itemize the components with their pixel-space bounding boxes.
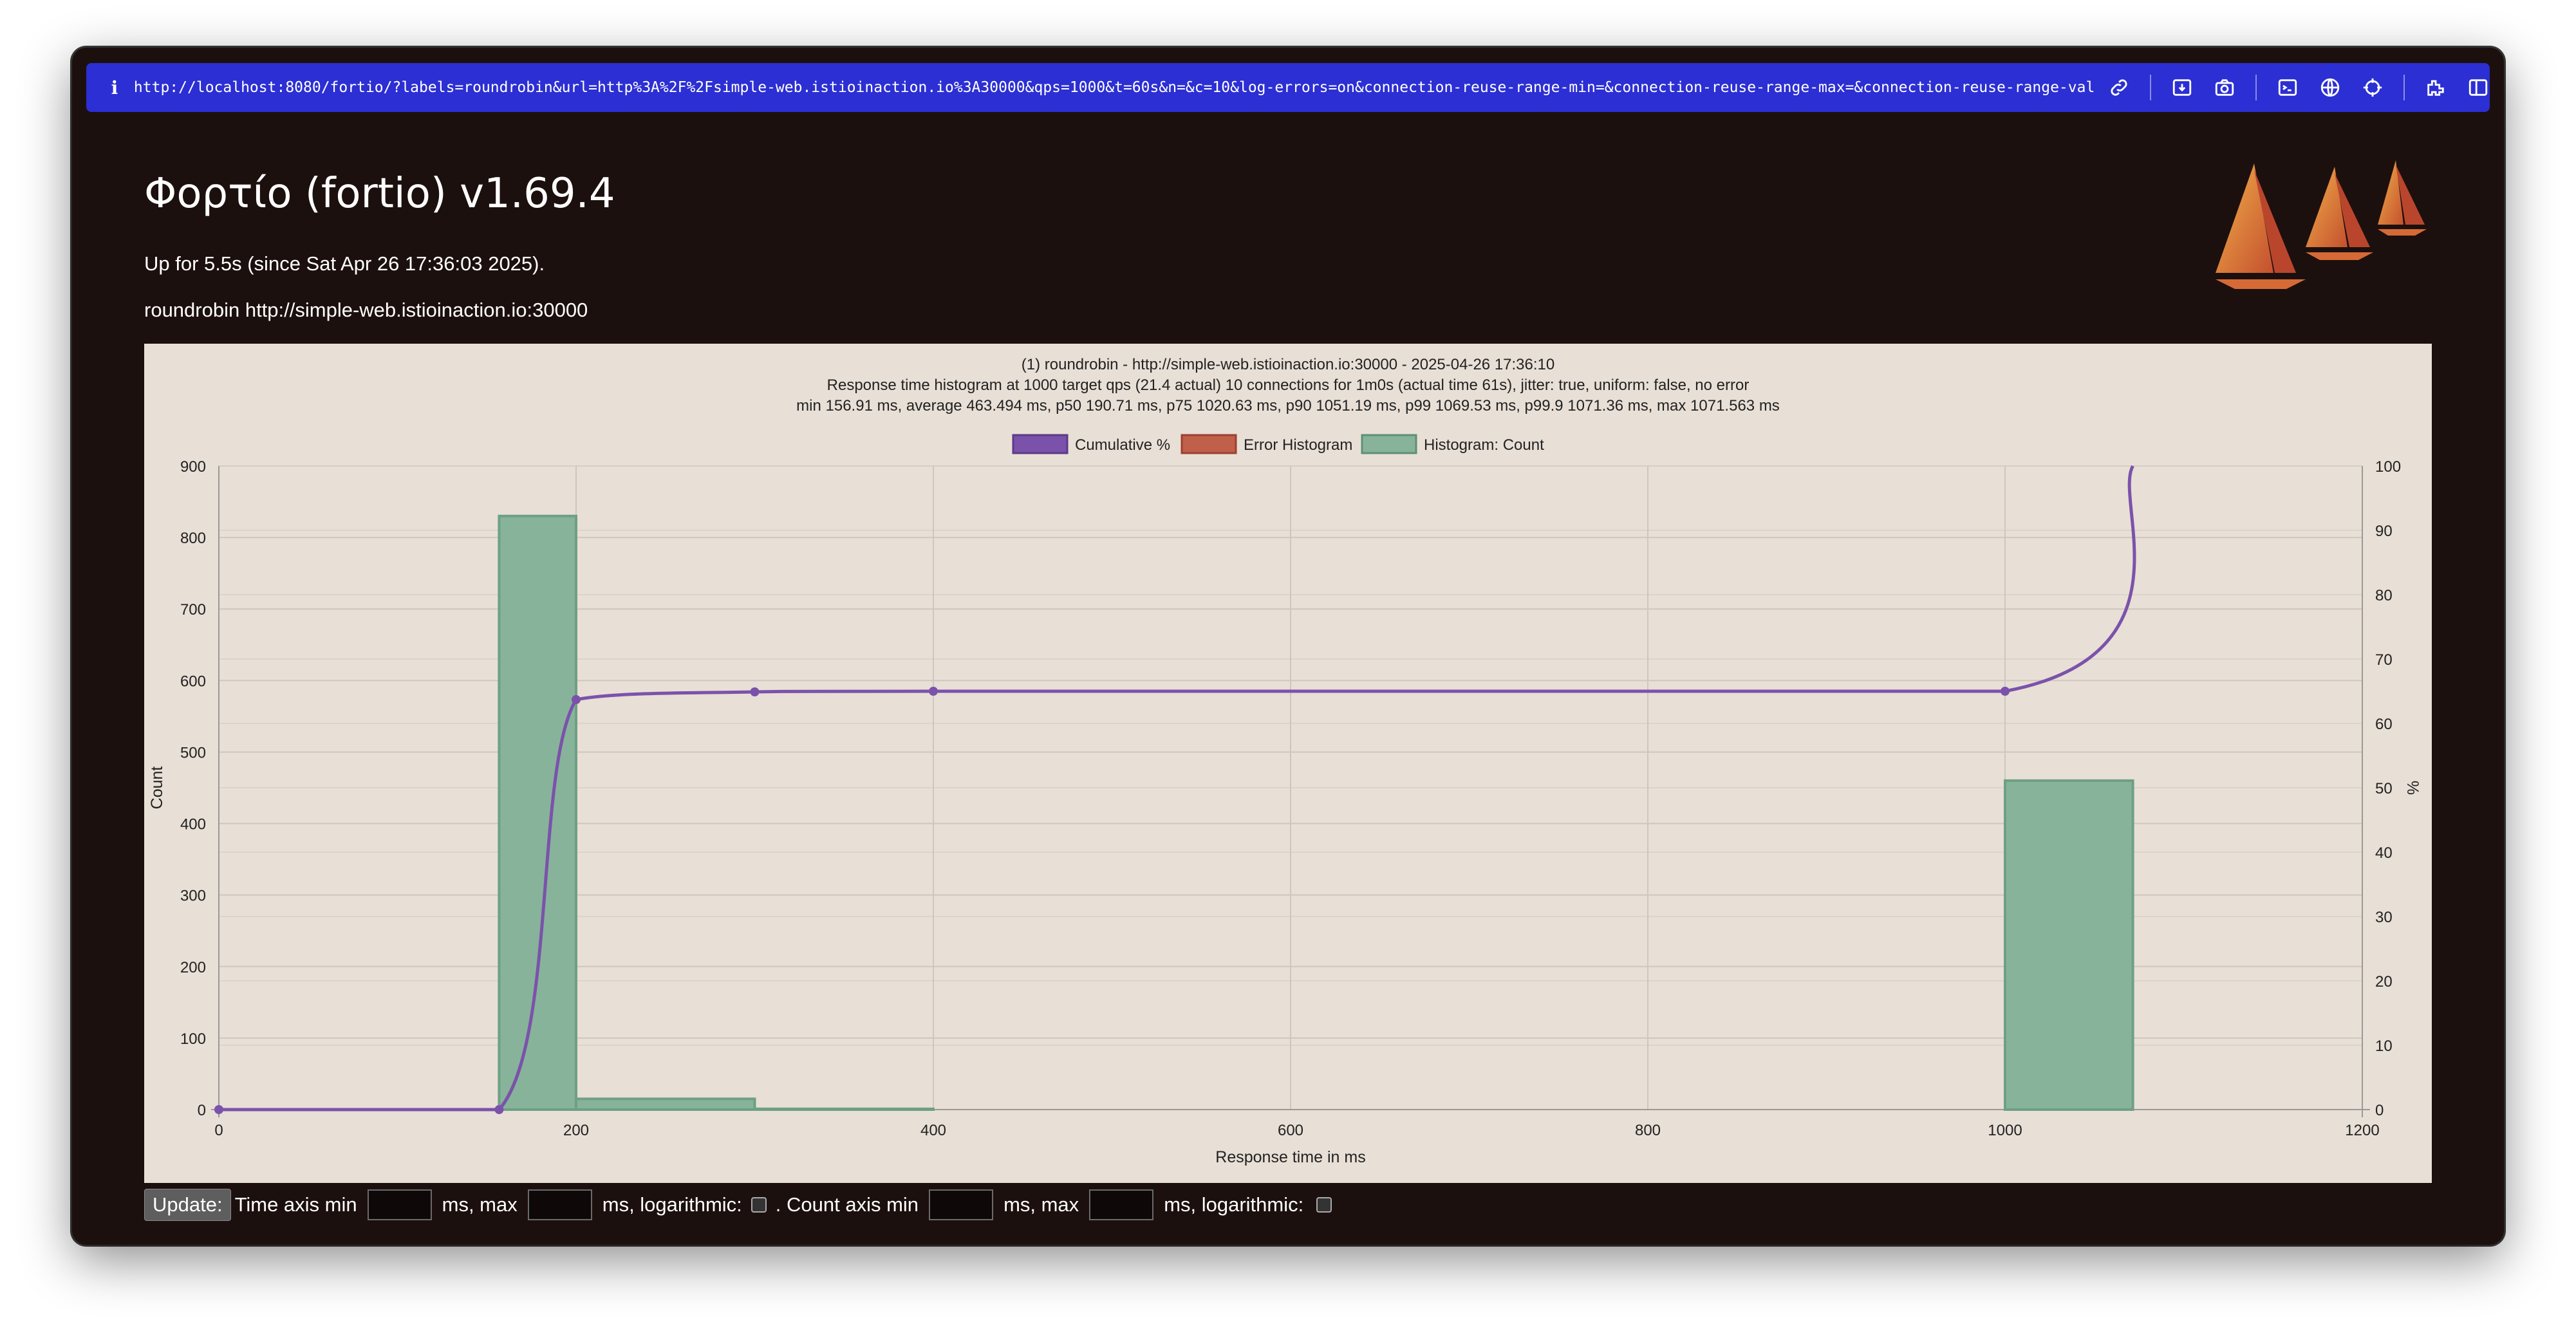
cumulative-point xyxy=(2001,687,2010,696)
x-axis-label: Response time in ms xyxy=(1215,1148,1365,1166)
x-tick-label: 1000 xyxy=(1988,1122,2022,1139)
y2-axis-label: % xyxy=(2403,781,2422,795)
time-log-checkbox[interactable] xyxy=(751,1197,767,1213)
y2-tick-label: 20 xyxy=(2375,973,2393,991)
time-log-label: ms, logarithmic: xyxy=(602,1193,742,1216)
count-log-checkbox[interactable] xyxy=(1316,1197,1332,1213)
count-axis-max-label: ms, max xyxy=(1003,1193,1079,1216)
histogram-bar xyxy=(575,1097,756,1112)
fortio-sailboats-logo xyxy=(2216,160,2427,289)
chart-svg: 0100200300400500600700800900010203040506… xyxy=(148,356,2422,1166)
legend-swatch xyxy=(1181,434,1237,454)
uptime-text: Up for 5.5s (since Sat Apr 26 17:36:03 2… xyxy=(144,252,545,275)
address-bar[interactable]: i http://localhost:8080/fortio/?labels=r… xyxy=(86,63,2490,112)
y-tick-label: 300 xyxy=(180,888,206,905)
sidebar-icon[interactable] xyxy=(2467,76,2490,99)
legend-label: Histogram: Count xyxy=(1424,436,1544,454)
count-axis-min-label: . Count axis min xyxy=(775,1193,919,1216)
x-tick-label: 1200 xyxy=(2345,1122,2379,1139)
y2-tick-label: 60 xyxy=(2375,716,2393,733)
x-tick-label: 200 xyxy=(563,1122,589,1139)
y-tick-label: 600 xyxy=(180,673,206,690)
chart-controls: Update: Time axis min ms, max ms, logari… xyxy=(144,1188,1337,1222)
legend-swatch xyxy=(1012,434,1069,454)
y-tick-label: 700 xyxy=(180,601,206,619)
count-axis-min-input[interactable] xyxy=(929,1189,994,1220)
chart-title-line: min 156.91 ms, average 463.494 ms, p50 1… xyxy=(796,397,1780,414)
y2-tick-label: 40 xyxy=(2375,844,2393,862)
legend-label: Cumulative % xyxy=(1075,436,1170,454)
chart-title-line: (1) roundrobin - http://simple-web.istio… xyxy=(1022,356,1555,373)
camera-icon[interactable] xyxy=(2213,76,2236,99)
y2-tick-label: 50 xyxy=(2375,780,2393,797)
histogram-bar xyxy=(2004,779,2134,1112)
terminal-icon[interactable] xyxy=(2276,76,2299,99)
y-tick-label: 0 xyxy=(198,1102,206,1119)
time-axis-min-input[interactable] xyxy=(367,1189,432,1220)
x-tick-label: 400 xyxy=(920,1122,946,1139)
y-tick-label: 400 xyxy=(180,816,206,833)
histogram-bar xyxy=(498,514,577,1111)
y2-tick-label: 80 xyxy=(2375,587,2393,604)
time-axis-min-label: Time axis min xyxy=(234,1193,357,1216)
y-tick-label: 900 xyxy=(180,458,206,476)
extensions-icon[interactable] xyxy=(2424,76,2447,99)
chart-title-line: Response time histogram at 1000 target q… xyxy=(827,377,1750,394)
y-tick-label: 200 xyxy=(180,959,206,976)
cumulative-point xyxy=(494,1105,504,1114)
count-log-label: ms, logarithmic: xyxy=(1164,1193,1304,1216)
link-icon[interactable] xyxy=(2107,76,2131,99)
run-labels: roundrobin http://simple-web.istioinacti… xyxy=(144,299,588,321)
time-axis-max-input[interactable] xyxy=(527,1189,592,1220)
y-axis-label: Count xyxy=(148,767,166,810)
crosshair-icon[interactable] xyxy=(2361,76,2384,99)
y-tick-label: 800 xyxy=(180,530,206,547)
cumulative-point xyxy=(929,687,938,696)
cumulative-point xyxy=(750,687,760,696)
address-bar-actions xyxy=(2107,75,2490,100)
legend-swatch xyxy=(1361,434,1417,454)
y2-tick-label: 100 xyxy=(2375,458,2401,476)
legend-label: Error Histogram xyxy=(1244,436,1352,454)
fortio-page: Φορτίο (fortio) v1.69.4 Up for 5.5s (sin… xyxy=(72,112,2504,1245)
histogram-bar xyxy=(753,1107,935,1112)
response-histogram-chart: 0 100 200 300 400 500 600 700 800 900 0 10 20 30 40 50 6… xyxy=(144,344,2432,1183)
y2-tick-label: 90 xyxy=(2375,523,2393,540)
divider xyxy=(2403,75,2405,100)
divider xyxy=(2150,75,2151,100)
y2-tick-label: 30 xyxy=(2375,909,2393,926)
update-button[interactable]: Update: xyxy=(144,1189,231,1221)
y-tick-label: 500 xyxy=(180,744,206,761)
time-axis-max-label: ms, max xyxy=(442,1193,518,1216)
x-tick-label: 0 xyxy=(214,1122,223,1139)
download-icon[interactable] xyxy=(2170,76,2194,99)
url-text[interactable]: http://localhost:8080/fortio/?labels=rou… xyxy=(134,79,2095,96)
y2-tick-label: 0 xyxy=(2375,1102,2384,1119)
divider xyxy=(2255,75,2257,100)
site-info-icon[interactable]: i xyxy=(95,77,134,98)
browser-window: i http://localhost:8080/fortio/?labels=r… xyxy=(72,48,2504,1245)
cumulative-point xyxy=(214,1105,223,1114)
y2-tick-label: 10 xyxy=(2375,1038,2393,1055)
globe-icon[interactable] xyxy=(2319,76,2342,99)
y2-tick-label: 70 xyxy=(2375,651,2393,669)
x-tick-label: 600 xyxy=(1278,1122,1303,1139)
page-title: Φορτίο (fortio) v1.69.4 xyxy=(144,170,615,218)
y-tick-label: 100 xyxy=(180,1030,206,1048)
count-axis-max-input[interactable] xyxy=(1089,1189,1154,1220)
cumulative-point xyxy=(572,695,581,704)
x-tick-label: 800 xyxy=(1635,1122,1661,1139)
